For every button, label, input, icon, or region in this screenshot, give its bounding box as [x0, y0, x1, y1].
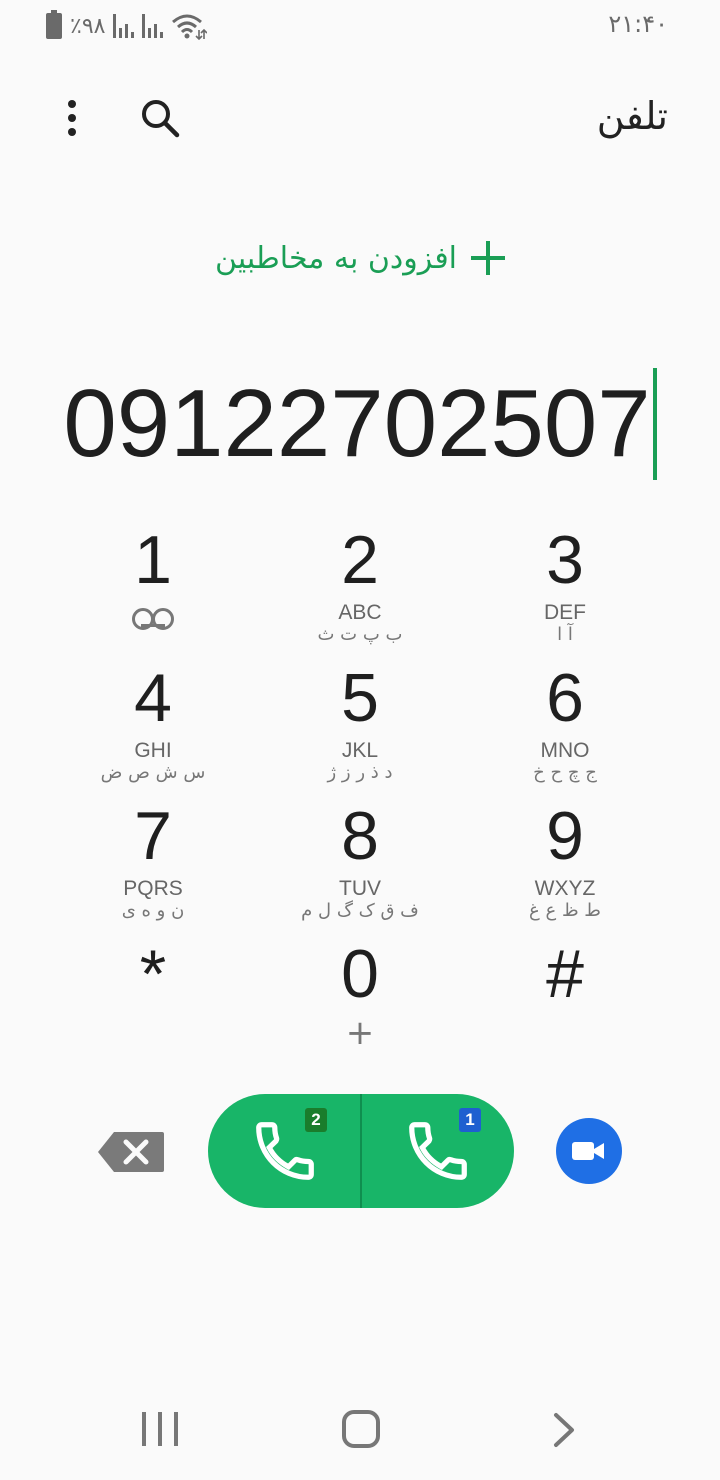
key-1[interactable]: 1 [50, 518, 256, 654]
add-to-contacts-button[interactable]: افزودن به مخاطبین [0, 228, 720, 288]
key-2[interactable]: 2 ABC ب پ ت ث [257, 518, 463, 654]
key-digit: 3 [546, 522, 584, 598]
video-camera-icon [572, 1142, 604, 1160]
key-persian-letters: ج چ ح خ [533, 762, 597, 783]
status-icons: ٪۹۸ [46, 10, 208, 40]
key-7[interactable]: 7 PQRS ن و ه ی [50, 794, 256, 930]
key-4[interactable]: 4 GHI س ش ص ض [50, 656, 256, 792]
phone-dialer-screen: ٪۹۸ ۲۱:۴۰ تلفن افزودن به مخاطبین 0912270… [0, 0, 720, 1480]
key-8[interactable]: 8 TUV ف ق ک گ ل م [257, 794, 463, 930]
voicemail-icon [132, 608, 174, 630]
key-6[interactable]: 6 MNO ج چ ح خ [462, 656, 668, 792]
key-5[interactable]: 5 JKL د ذ ر ز ژ [257, 656, 463, 792]
key-digit: 5 [341, 660, 379, 736]
key-letters: GHI [134, 739, 172, 762]
key-9[interactable]: 9 WXYZ ط ظ ع غ [462, 794, 668, 930]
key-digit: * [139, 936, 167, 1012]
clock: ۲۱:۴۰ [608, 10, 668, 38]
call-sim2-button[interactable]: 2 [208, 1094, 361, 1208]
home-icon[interactable] [342, 1410, 380, 1448]
key-letters: ABC [338, 601, 382, 624]
key-letters: WXYZ [534, 877, 596, 900]
key-letters: TUV [339, 877, 381, 900]
more-dot-icon [68, 128, 76, 136]
signal-icon [113, 14, 135, 38]
call-sim1-button[interactable]: 1 [361, 1094, 514, 1208]
key-digit: 6 [546, 660, 584, 736]
call-button-group: 2 1 [208, 1094, 514, 1208]
key-persian-letters: د ذ ر ز ژ [327, 762, 393, 783]
system-nav-bar [0, 1390, 720, 1470]
key-digit: 7 [134, 798, 172, 874]
key-digit: 0 [341, 936, 379, 1012]
sim1-badge: 1 [459, 1108, 481, 1132]
key-persian-letters: ف ق ک گ ل م [301, 900, 419, 921]
key-hash[interactable]: # [462, 932, 668, 1068]
status-bar: ٪۹۸ ۲۱:۴۰ [0, 0, 720, 52]
key-letters: PQRS [123, 877, 183, 900]
key-0[interactable]: 0 + [257, 932, 463, 1068]
more-dot-icon [68, 114, 76, 122]
wifi-icon [172, 14, 208, 40]
battery-level: ٪۹۸ [70, 13, 106, 39]
phone-number-text: 09122702507 [63, 370, 651, 477]
key-letters: MNO [540, 739, 590, 762]
battery-icon [46, 10, 62, 39]
key-persian-letters: ن و ه ی [121, 900, 185, 921]
plus-icon [471, 241, 505, 275]
more-dot-icon [68, 100, 76, 108]
add-to-contacts-label: افزودن به مخاطبین [214, 240, 457, 276]
key-3[interactable]: 3 DEF آ ا [462, 518, 668, 654]
backspace-icon[interactable] [96, 1130, 166, 1174]
key-plus-sign: + [345, 1013, 375, 1053]
back-icon[interactable] [548, 1412, 582, 1448]
key-digit: 1 [134, 522, 172, 598]
key-digit: 4 [134, 660, 172, 736]
phone-number-field[interactable]: 09122702507 [0, 362, 720, 486]
key-persian-letters: ب پ ت ث [317, 624, 403, 645]
key-persian-letters: س ش ص ض [100, 762, 206, 783]
key-digit: 9 [546, 798, 584, 874]
key-letters: JKL [341, 739, 379, 762]
key-digit: # [546, 936, 584, 1012]
key-star[interactable]: * [50, 932, 256, 1068]
key-persian-letters: آ ا [557, 624, 573, 645]
more-options-button[interactable] [52, 96, 92, 140]
key-digit: 2 [341, 522, 379, 598]
search-icon[interactable] [138, 96, 182, 140]
video-call-button[interactable] [556, 1118, 622, 1184]
sim2-badge: 2 [305, 1108, 327, 1132]
signal-icon [142, 14, 164, 38]
key-persian-letters: ط ظ ع غ [529, 900, 601, 921]
page-title: تلفن [596, 94, 668, 138]
text-cursor [652, 368, 657, 480]
key-digit: 8 [341, 798, 379, 874]
app-bar: تلفن [0, 80, 720, 156]
key-letters: DEF [544, 601, 586, 624]
recent-apps-icon[interactable] [142, 1412, 178, 1446]
